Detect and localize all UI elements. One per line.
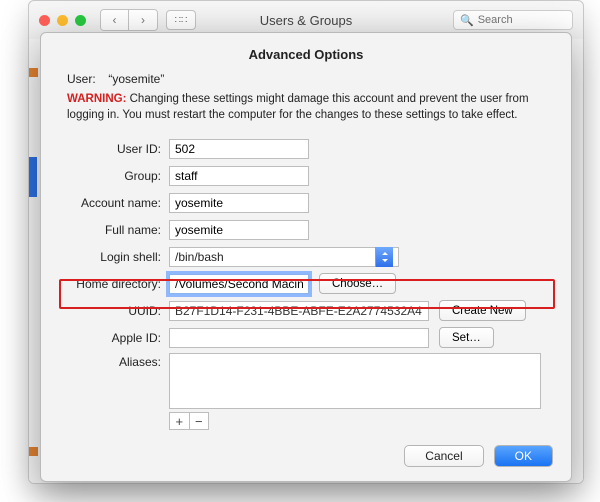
zoom-icon[interactable]	[75, 15, 86, 26]
choose-button[interactable]: Choose…	[319, 273, 396, 294]
uuid-field: B27F1D14-F231-4BBE-ABFE-E2A2774532A4	[169, 301, 429, 321]
group-input[interactable]	[169, 166, 309, 186]
label-group: Group:	[59, 169, 169, 183]
background-accent-1	[29, 68, 38, 77]
warning-block: WARNING: Changing these settings might d…	[41, 92, 571, 135]
nav-buttons: ‹ ›	[100, 9, 158, 31]
login-shell-value: /bin/bash	[175, 250, 224, 264]
minimize-icon[interactable]	[57, 15, 68, 26]
add-alias-button[interactable]: +	[170, 413, 190, 429]
search-field[interactable]: 🔍	[453, 10, 573, 30]
create-new-button[interactable]: Create New	[439, 300, 526, 321]
login-shell-combo[interactable]: /bin/bash	[169, 247, 399, 267]
aliases-row: Aliases:	[59, 353, 553, 409]
home-dir-input[interactable]	[169, 274, 309, 294]
aliases-add-remove: + −	[169, 412, 209, 430]
sheet-title: Advanced Options	[41, 33, 571, 72]
background-accent-2	[29, 447, 38, 456]
remove-alias-button[interactable]: −	[190, 413, 209, 429]
user-id-input[interactable]	[169, 139, 309, 159]
account-name-input[interactable]	[169, 193, 309, 213]
label-apple-id: Apple ID:	[59, 331, 169, 345]
user-label: User:	[67, 72, 105, 86]
warning-label: WARNING:	[67, 93, 126, 105]
label-uuid: UUID:	[59, 304, 169, 318]
traffic-lights	[39, 15, 86, 26]
back-button[interactable]: ‹	[101, 10, 129, 30]
close-icon[interactable]	[39, 15, 50, 26]
forward-button[interactable]: ›	[129, 10, 157, 30]
show-all-button[interactable]: ∷∷	[166, 10, 196, 30]
search-input[interactable]	[478, 14, 558, 26]
label-home-dir: Home directory:	[59, 277, 169, 291]
aliases-list[interactable]	[169, 353, 541, 409]
apple-id-field	[169, 328, 429, 348]
combo-stepper-icon[interactable]	[375, 247, 393, 267]
label-user-id: User ID:	[59, 142, 169, 156]
user-line: User: “yosemite”	[41, 72, 571, 92]
search-icon: 🔍	[460, 14, 474, 27]
label-full-name: Full name:	[59, 223, 169, 237]
label-aliases: Aliases:	[59, 353, 169, 409]
user-value: “yosemite”	[108, 72, 164, 86]
advanced-options-sheet: Advanced Options User: “yosemite” WARNIN…	[40, 32, 572, 482]
label-login-shell: Login shell:	[59, 250, 169, 264]
sidebar-selection-sliver	[29, 157, 37, 197]
sheet-footer: Cancel OK	[404, 445, 553, 467]
set-button[interactable]: Set…	[439, 327, 494, 348]
ok-button[interactable]: OK	[494, 445, 553, 467]
warning-text: Changing these settings might damage thi…	[67, 93, 529, 121]
label-account-name: Account name:	[59, 196, 169, 210]
cancel-button[interactable]: Cancel	[404, 445, 483, 467]
full-name-input[interactable]	[169, 220, 309, 240]
